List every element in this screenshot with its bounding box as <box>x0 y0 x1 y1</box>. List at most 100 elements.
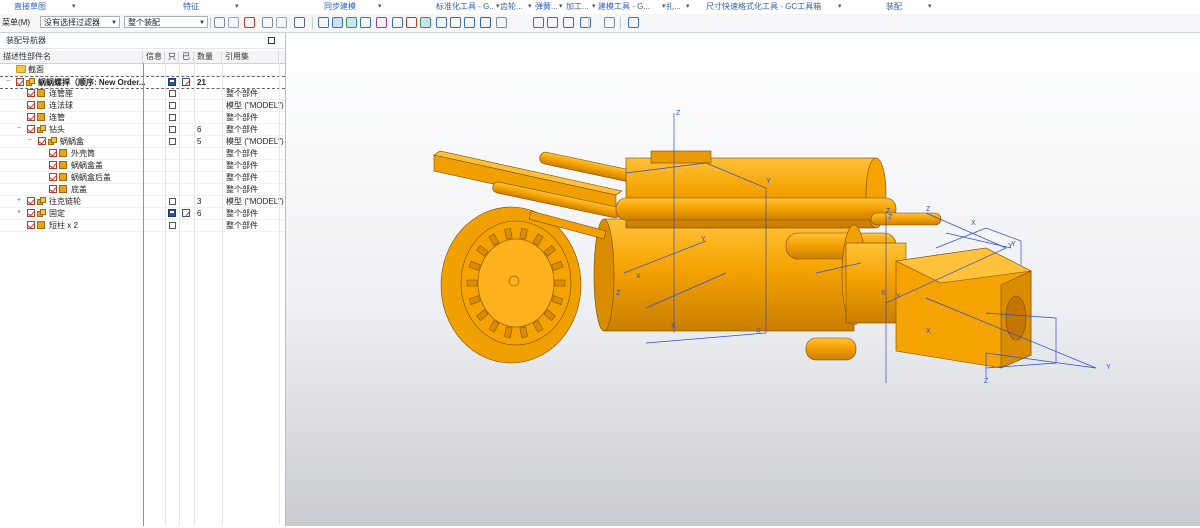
chevron-down-icon[interactable]: ▾ <box>838 0 842 14</box>
rotate-icon[interactable] <box>276 17 287 28</box>
gear-tooth <box>466 279 478 287</box>
ribbon-group-4[interactable]: 齿轮... <box>500 0 526 14</box>
visibility-checkbox[interactable] <box>38 137 46 145</box>
grid-icon[interactable] <box>496 17 507 28</box>
column-header-3[interactable]: 已 <box>179 51 194 63</box>
chevron-down-icon[interactable]: ▾ <box>72 0 76 14</box>
display-icon[interactable] <box>563 17 574 28</box>
spline-icon[interactable] <box>376 17 387 28</box>
visibility-checkbox[interactable] <box>27 113 35 121</box>
column-header-4[interactable]: 数量 <box>194 51 222 63</box>
graphics-viewport[interactable]: ZXYZYZYXYXYZXYZXZX <box>286 33 1200 526</box>
column-header-0[interactable]: 描述性部件名 <box>0 51 143 63</box>
ribbon-group-0[interactable]: 直接草图 <box>14 0 70 14</box>
column-header-2[interactable]: 只 <box>165 51 179 63</box>
tree-row-label: 蜗蜗螺捍（顺序: New Order... <box>38 78 146 87</box>
arc-icon[interactable] <box>360 17 371 28</box>
point-on-icon[interactable] <box>406 17 417 28</box>
reference-set-value: 整个部件 <box>226 173 258 182</box>
visibility-checkbox[interactable] <box>49 173 57 181</box>
cross-icon[interactable] <box>420 17 431 28</box>
expand-icon[interactable]: + <box>17 197 23 204</box>
ribbon-group-8[interactable]: 扎... <box>666 0 684 14</box>
visibility-checkbox[interactable] <box>27 125 35 133</box>
column-divider <box>194 63 195 526</box>
assembly-scope-combo[interactable]: 整个装配 ▼ <box>124 16 208 28</box>
table-icon[interactable] <box>533 17 544 28</box>
selection-filter-combo[interactable]: 没有选择过滤器 ▼ <box>40 16 120 28</box>
view-icon[interactable] <box>318 17 329 28</box>
curve-icon[interactable] <box>450 17 461 28</box>
ribbon-group-1[interactable]: 特征 <box>183 0 233 14</box>
chevron-down-icon[interactable]: ▾ <box>235 0 239 14</box>
visibility-checkbox[interactable] <box>27 197 35 205</box>
snap-icon[interactable] <box>228 17 239 28</box>
visibility-checkbox[interactable] <box>27 209 35 217</box>
collapse-icon[interactable]: − <box>28 137 34 144</box>
ribbon-group-7[interactable]: 建模工具 - G... <box>598 0 660 14</box>
lower-roll[interactable] <box>805 337 857 361</box>
menu-button[interactable]: 菜单(M) <box>2 17 30 29</box>
mid-cylinder[interactable] <box>615 197 897 221</box>
ribbon-group-3[interactable]: 标准化工具 - G... <box>436 0 494 14</box>
wireframe-icon[interactable] <box>332 17 343 28</box>
chevron-down-icon[interactable]: ▾ <box>928 0 932 14</box>
visibility-checkbox[interactable] <box>27 101 35 109</box>
column-header-1[interactable]: 信息 <box>143 51 165 63</box>
column-divider <box>143 63 144 526</box>
model-canvas[interactable]: ZXYZYZYXYXYZXYZXZX <box>286 33 1200 526</box>
fit-icon[interactable] <box>604 17 615 28</box>
measure-icon[interactable] <box>464 17 475 28</box>
assembly-icon <box>37 209 46 217</box>
column-header-5[interactable]: 引用集 <box>222 51 279 63</box>
collapse-icon[interactable]: − <box>17 125 23 132</box>
chevron-down-icon[interactable]: ▾ <box>686 0 690 14</box>
axis-label: X <box>881 290 886 297</box>
visibility-checkbox[interactable] <box>49 149 57 157</box>
slash-icon[interactable] <box>436 17 447 28</box>
chevron-down-icon: ▼ <box>199 20 205 26</box>
tree-row-label: 截面 <box>28 65 44 74</box>
chevron-down-icon[interactable]: ▾ <box>378 0 382 14</box>
axis-label: X <box>926 328 931 335</box>
tree-row-label: 短柱 x 2 <box>49 221 78 230</box>
axis-label: Z <box>676 110 681 117</box>
modified-icon <box>182 209 190 217</box>
ribbon-group-2[interactable]: 同步建模 <box>324 0 376 14</box>
maximize-icon[interactable] <box>268 37 275 44</box>
orient-icon[interactable] <box>628 17 639 28</box>
collapse-icon[interactable]: − <box>6 78 12 85</box>
chevron-down-icon[interactable]: ▾ <box>496 0 500 14</box>
axis-label: Z <box>888 214 893 221</box>
toolbar-separator <box>210 17 211 29</box>
select-box-icon[interactable] <box>294 17 305 28</box>
chevron-down-icon[interactable]: ▾ <box>559 0 563 14</box>
point-icon[interactable] <box>244 17 255 28</box>
section-icon[interactable] <box>480 17 491 28</box>
chevron-down-icon[interactable]: ▾ <box>662 0 666 14</box>
tree-row-label: 蜗蜗盒后盖 <box>71 173 111 182</box>
axis-label: X <box>636 273 641 280</box>
ribbon-group-9[interactable]: 尺寸快速格式化工具 - GC工具箱 <box>706 0 836 14</box>
expand-icon[interactable]: + <box>17 209 23 216</box>
axis-label: Z <box>616 290 621 297</box>
visibility-checkbox[interactable] <box>16 78 24 86</box>
render-icon[interactable] <box>547 17 558 28</box>
info-box-icon <box>169 90 176 97</box>
visibility-checkbox[interactable] <box>49 161 57 169</box>
part-icon <box>59 149 67 157</box>
cube-icon[interactable] <box>580 17 591 28</box>
move-icon[interactable] <box>262 17 273 28</box>
tree-row-label: 往克链轮 <box>49 197 81 206</box>
visibility-checkbox[interactable] <box>27 221 35 229</box>
chevron-down-icon[interactable]: ▾ <box>592 0 596 14</box>
line-icon[interactable] <box>346 17 357 28</box>
visibility-checkbox[interactable] <box>49 185 57 193</box>
ribbon-group-10[interactable]: 装配 <box>886 0 926 14</box>
ribbon-group-5[interactable]: 弹簧... <box>535 0 557 14</box>
chevron-down-icon[interactable]: ▾ <box>528 0 532 14</box>
ribbon-group-6[interactable]: 加工... <box>566 0 590 14</box>
circle-icon[interactable] <box>392 17 403 28</box>
visibility-checkbox[interactable] <box>27 89 35 97</box>
snap-icon[interactable] <box>214 17 225 28</box>
